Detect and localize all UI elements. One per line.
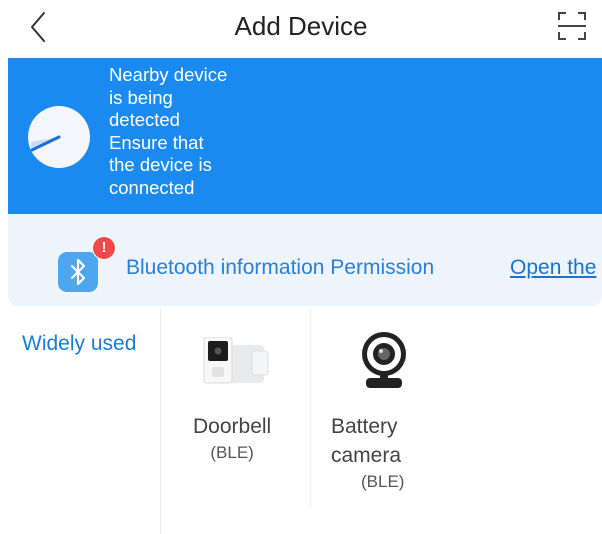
camera-icon[interactable] — [356, 330, 412, 392]
status-line: detected — [109, 109, 180, 130]
device-protocol: (BLE) — [361, 472, 405, 491]
category-widely-used[interactable]: Widely used — [22, 332, 136, 356]
permission-text: Bluetooth information Permission — [126, 256, 435, 279]
detection-status-text: Nearby device is being detected Ensure t… — [109, 64, 257, 199]
bluetooth-permission-bar: ! Bluetooth information Permission Open … — [8, 214, 602, 306]
scan-button[interactable] — [556, 10, 588, 42]
status-line: Nearby device — [109, 64, 228, 85]
device-name-line: Battery — [331, 415, 398, 438]
top-navigation-bar: Add Device — [0, 0, 602, 56]
device-divider — [310, 308, 311, 508]
scan-icon — [558, 12, 586, 40]
device-doorbell[interactable]: Doorbell (BLE) — [193, 412, 271, 465]
status-line: is being — [109, 86, 173, 108]
open-permission-link[interactable]: Open the — [510, 256, 596, 280]
status-line: Ensure that — [109, 131, 204, 153]
device-battery-camera[interactable]: Battery camera (BLE) — [331, 412, 404, 494]
device-protocol: (BLE) — [210, 443, 254, 462]
radar-scan-icon — [28, 106, 90, 168]
device-detection-banner: Nearby device is being detected Ensure t… — [8, 58, 602, 214]
doorbell-icon[interactable] — [200, 336, 274, 385]
category-divider — [160, 308, 161, 534]
bluetooth-icon — [58, 252, 98, 292]
status-line: connected — [109, 176, 195, 198]
device-name-line: camera — [331, 444, 402, 467]
device-name: Doorbell — [193, 415, 272, 438]
status-line: the device is — [109, 154, 212, 175]
page-title: Add Device — [234, 11, 368, 41]
warning-badge: ! — [92, 236, 116, 260]
